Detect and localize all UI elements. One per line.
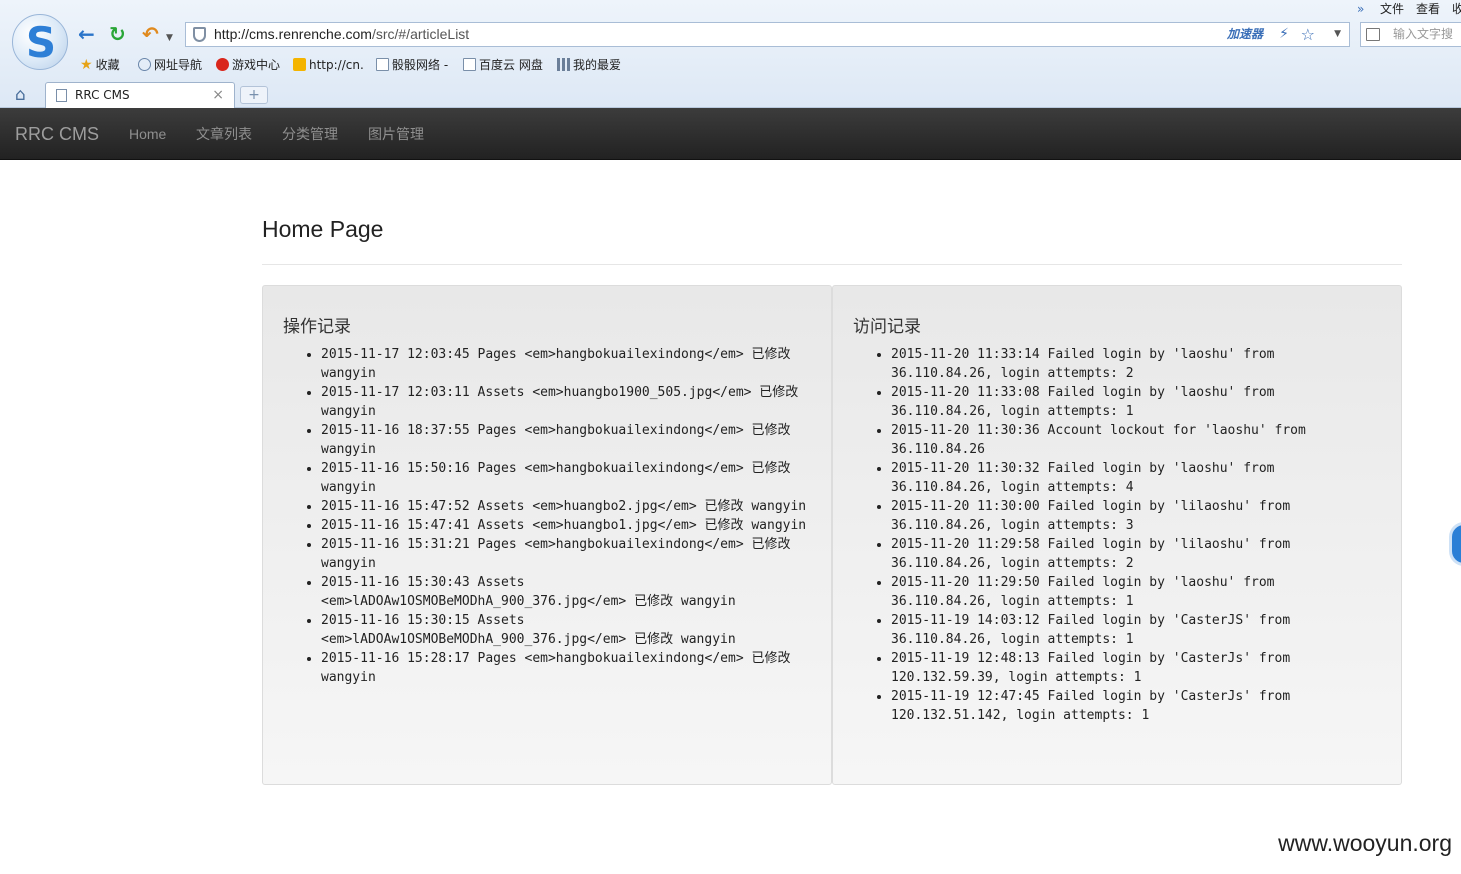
close-icon[interactable]: × [212, 83, 224, 107]
star-icon: ★ [80, 57, 93, 73]
list-item: 2015-11-20 11:30:00 Failed login by 'lil… [891, 497, 1383, 535]
nav-article-list[interactable]: 文章列表 [196, 108, 252, 160]
accelerator-button[interactable]: 加速器 [1227, 23, 1263, 46]
nav-category-management[interactable]: 分类管理 [282, 108, 338, 160]
back-icon[interactable]: ← [78, 22, 95, 46]
menu-file[interactable]: 文件 [1380, 0, 1404, 18]
operation-log-panel: 操作记录 2015-11-17 12:03:45 Pages <em>hangb… [262, 285, 832, 785]
list-item: 2015-11-16 15:30:15 Assets <em>lADOAw1OS… [321, 611, 813, 649]
browser-logo: S [12, 14, 68, 70]
page-icon [56, 89, 67, 102]
list-item: 2015-11-19 12:47:45 Failed login by 'Cas… [891, 687, 1383, 725]
address-bar[interactable]: http://cms.renrenche.com/src/#/articleLi… [185, 22, 1350, 47]
list-item: 2015-11-20 11:29:58 Failed login by 'lil… [891, 535, 1383, 573]
list-item: 2015-11-16 15:47:52 Assets <em>huangbo2.… [321, 497, 813, 516]
list-item: 2015-11-17 12:03:45 Pages <em>hangbokuai… [321, 345, 813, 383]
floating-helper-button[interactable] [1449, 522, 1461, 566]
address-dropdown-icon[interactable]: ▼ [1334, 23, 1341, 46]
nav-image-management[interactable]: 图片管理 [368, 108, 424, 160]
operation-log-list: 2015-11-17 12:03:45 Pages <em>hangbokuai… [321, 345, 813, 687]
list-item: 2015-11-16 15:47:41 Assets <em>huangbo1.… [321, 516, 813, 535]
list-item: 2015-11-20 11:33:14 Failed login by 'lao… [891, 345, 1383, 383]
bookmark-favorites[interactable]: ★ 收藏 [80, 55, 120, 75]
access-log-list: 2015-11-20 11:33:14 Failed login by 'lao… [891, 345, 1383, 725]
home-icon[interactable]: ⌂ [15, 85, 26, 105]
access-log-panel: 访问记录 2015-11-20 11:33:14 Failed login by… [832, 285, 1402, 785]
tab-bar: ⌂ RRC CMS × + [0, 80, 1461, 108]
globe-icon [138, 58, 151, 71]
app-navbar: RRC CMS Home 文章列表 分类管理 图片管理 [0, 108, 1461, 160]
game-icon [216, 58, 229, 71]
url-path: /src/#/articleList [371, 26, 470, 42]
list-item: 2015-11-16 18:37:55 Pages <em>hangbokuai… [321, 421, 813, 459]
bookmark-my-favorites[interactable]: 我的最爱 [557, 55, 621, 75]
undo-dropdown-icon[interactable]: ▼ [166, 26, 173, 50]
grid-icon [557, 58, 570, 71]
menu-more[interactable]: » [1357, 0, 1364, 18]
browser-chrome: S ← ↻ ↶ ▼ http://cms.renrenche.com/src/#… [0, 0, 1461, 108]
bing-icon [293, 58, 306, 71]
navbar-brand[interactable]: RRC CMS [15, 108, 99, 160]
search-input[interactable]: 输入文字搜 [1393, 23, 1453, 46]
list-item: 2015-11-16 15:31:21 Pages <em>hangbokuai… [321, 535, 813, 573]
bookmark-bing[interactable]: http://cn. [293, 55, 364, 75]
security-shield-icon [193, 27, 206, 42]
lightning-icon[interactable]: ⚡ [1279, 23, 1289, 46]
address-url[interactable]: http://cms.renrenche.com/src/#/articleLi… [214, 23, 469, 46]
menu-favorites[interactable]: 收 [1452, 0, 1461, 18]
watermark: www.wooyun.org [1278, 830, 1452, 856]
list-item: 2015-11-20 11:33:08 Failed login by 'lao… [891, 383, 1383, 421]
undo-icon[interactable]: ↶ [142, 22, 159, 46]
list-item: 2015-11-20 11:30:32 Failed login by 'lao… [891, 459, 1383, 497]
tab-rrc-cms[interactable]: RRC CMS × [45, 82, 235, 108]
refresh-icon[interactable]: ↻ [109, 22, 126, 46]
access-log-title: 访问记录 [853, 317, 921, 337]
search-box[interactable]: 输入文字搜 [1360, 22, 1461, 47]
search-engine-icon[interactable] [1366, 28, 1380, 41]
tab-title: RRC CMS [75, 88, 130, 102]
url-host: http://cms.renrenche.com [214, 26, 372, 42]
list-item: 2015-11-20 11:29:50 Failed login by 'lao… [891, 573, 1383, 611]
menu-view[interactable]: 查看 [1416, 0, 1440, 18]
bookmark-nav[interactable]: 网址导航 [138, 55, 202, 75]
favorite-star-icon[interactable]: ☆ [1301, 23, 1315, 46]
list-item: 2015-11-16 15:28:17 Pages <em>hangbokuai… [321, 649, 813, 687]
operation-log-title: 操作记录 [283, 317, 351, 337]
title-divider [262, 264, 1402, 265]
page-icon [463, 58, 476, 71]
list-item: 2015-11-19 12:48:13 Failed login by 'Cas… [891, 649, 1383, 687]
list-item: 2015-11-19 14:03:12 Failed login by 'Cas… [891, 611, 1383, 649]
bookmark-games[interactable]: 游戏中心 [216, 55, 280, 75]
list-item: 2015-11-16 15:30:43 Assets <em>lADOAw1OS… [321, 573, 813, 611]
bookmark-network[interactable]: 骰骰网络 - [376, 55, 448, 75]
bookmark-baidu-pan[interactable]: 百度云 网盘 [463, 55, 543, 75]
new-tab-button[interactable]: + [240, 86, 268, 104]
page-title: Home Page [262, 216, 384, 242]
page-icon [376, 58, 389, 71]
list-item: 2015-11-17 12:03:11 Assets <em>huangbo19… [321, 383, 813, 421]
list-item: 2015-11-16 15:50:16 Pages <em>hangbokuai… [321, 459, 813, 497]
nav-home[interactable]: Home [129, 108, 166, 160]
list-item: 2015-11-20 11:30:36 Account lockout for … [891, 421, 1383, 459]
